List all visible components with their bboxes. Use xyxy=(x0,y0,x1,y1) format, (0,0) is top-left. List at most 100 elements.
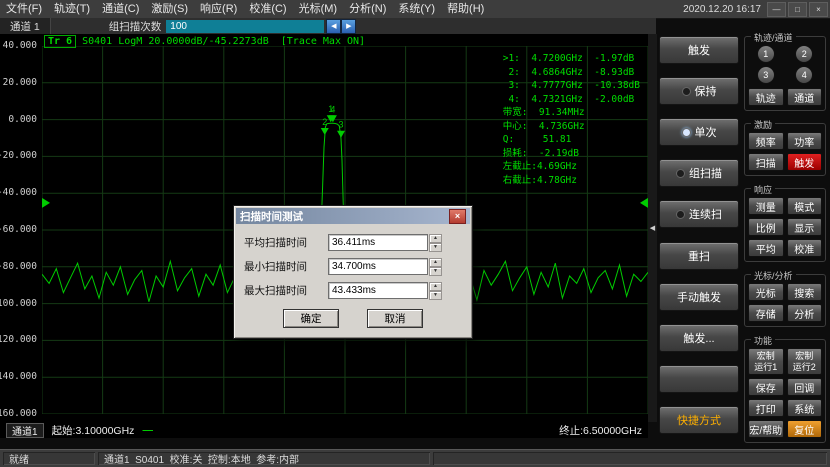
min-sweep-time-spinner: ▲ ▼ xyxy=(429,258,442,275)
sweep-count-input[interactable]: 100 xyxy=(166,20,324,33)
softkey-blank[interactable] xyxy=(659,365,739,393)
softkey-trigger[interactable]: 触发 xyxy=(659,36,739,64)
key-save[interactable]: 保存 xyxy=(748,378,784,396)
key-macro-run2[interactable]: 宏制 运行2 xyxy=(787,348,823,375)
key-measure[interactable]: 测量 xyxy=(748,197,784,215)
channel-2-button[interactable]: 2 xyxy=(795,45,813,63)
channel-tab[interactable]: 通道 1 xyxy=(0,18,51,34)
menu-item-help[interactable]: 帮助(H) xyxy=(441,0,490,18)
menu-item-file[interactable]: 文件(F) xyxy=(0,0,48,18)
spinner-up-button[interactable]: ▲ xyxy=(429,282,442,291)
key-cal[interactable]: 校准 xyxy=(787,239,823,257)
key-trace[interactable]: 轨迹 xyxy=(748,88,784,106)
group-title: 轨迹/通道 xyxy=(751,31,796,44)
spinner-up-button[interactable]: ▲ xyxy=(429,258,442,267)
softkey-resweep[interactable]: 重扫 xyxy=(659,242,739,270)
softkey-hold[interactable]: 保持 xyxy=(659,77,739,105)
marker-readout-line: 左截止:4.69GHz xyxy=(503,160,640,174)
key-search[interactable]: 搜索 xyxy=(787,283,823,301)
key-power[interactable]: 功率 xyxy=(787,132,823,150)
y-axis-tick-label: -60.000 xyxy=(0,224,37,235)
key-trigger[interactable]: 触发 xyxy=(787,153,823,171)
menu-item-cal[interactable]: 校准(C) xyxy=(243,0,292,18)
menu-item-trace[interactable]: 轨迹(T) xyxy=(48,0,96,18)
softkey-continuous[interactable]: 连续扫 xyxy=(659,200,739,228)
restore-button[interactable]: □ xyxy=(788,2,807,17)
softkey-manual-trigger[interactable]: 手动触发 xyxy=(659,283,739,311)
softkey-column: 触发 保持 单次 组扫描 连续扫 重扫 手动触发 触发... 快捷方式 xyxy=(659,36,739,434)
key-channel[interactable]: 通道 xyxy=(787,88,823,106)
key-marker[interactable]: 光标 xyxy=(748,283,784,301)
panel-collapse-handle[interactable]: ◀ xyxy=(648,34,657,422)
avg-sweep-time-label: 平均扫描时间 xyxy=(244,235,328,250)
key-system[interactable]: 系统 xyxy=(787,399,823,417)
vna-app-window: 文件(F) 轨迹(T) 通道(C) 激励(S) 响应(R) 校准(C) 光标(M… xyxy=(0,0,830,467)
trace-id-badge[interactable]: Tr 6 xyxy=(44,35,76,48)
menu-item-response[interactable]: 响应(R) xyxy=(194,0,243,18)
key-display[interactable]: 显示 xyxy=(787,218,823,236)
max-sweep-time-input[interactable]: 43.433ms xyxy=(328,282,428,299)
spinner-up-button[interactable]: ▲ xyxy=(429,234,442,243)
key-frequency[interactable]: 频率 xyxy=(748,132,784,150)
marker-symbol[interactable] xyxy=(321,128,329,135)
close-button[interactable]: × xyxy=(809,2,828,17)
avg-sweep-time-input[interactable]: 36.411ms xyxy=(328,234,428,251)
channel-4-button[interactable]: 4 xyxy=(795,66,813,84)
key-print[interactable]: 打印 xyxy=(748,399,784,417)
radio-dot-icon xyxy=(676,169,685,178)
radio-dot-on-icon xyxy=(682,128,691,137)
key-save-data[interactable]: 存储 xyxy=(748,304,784,322)
minimize-button[interactable]: — xyxy=(767,2,786,17)
max-sweep-time-label: 最大扫描时间 xyxy=(244,283,328,298)
key-scale[interactable]: 比例 xyxy=(748,218,784,236)
key-preset[interactable]: 复位 xyxy=(787,420,823,438)
cancel-button[interactable]: 取消 xyxy=(367,309,423,328)
softkey-shortcut[interactable]: 快捷方式 xyxy=(659,406,739,434)
spinner-down-button[interactable]: ▼ xyxy=(429,291,442,300)
key-average[interactable]: 平均 xyxy=(748,239,784,257)
menu-item-system[interactable]: 系统(Y) xyxy=(392,0,441,18)
softkey-label: 重扫 xyxy=(688,248,710,264)
marker-readout-line: 损耗: -2.19dB xyxy=(503,147,640,161)
key-sweep[interactable]: 扫描 xyxy=(748,153,784,171)
marker-readout-line: 右截止:4.78GHz xyxy=(503,174,640,188)
menu-item-channel[interactable]: 通道(C) xyxy=(96,0,145,18)
menu-item-stimulus[interactable]: 激励(S) xyxy=(145,0,194,18)
channel-1-button[interactable]: 1 xyxy=(757,45,775,63)
y-axis-tick-label: -40.000 xyxy=(0,187,37,198)
marker-readout-line: Q: 51.81 xyxy=(503,133,640,147)
dialog-titlebar[interactable]: 扫描时间测试 × xyxy=(236,208,470,224)
menubar: 文件(F) 轨迹(T) 通道(C) 激励(S) 响应(R) 校准(C) 光标(M… xyxy=(0,0,830,19)
group-title: 响应 xyxy=(751,183,775,196)
marker-number: 4 xyxy=(330,104,335,114)
min-sweep-time-label: 最小扫描时间 xyxy=(244,259,328,274)
key-macro-run1[interactable]: 宏制 运行1 xyxy=(748,348,784,375)
y-axis-labels: 40.00020.0000.000-20.000-40.000-60.000-8… xyxy=(0,34,40,422)
key-analysis[interactable]: 分析 xyxy=(787,304,823,322)
y-axis-tick-label: 0.000 xyxy=(8,114,37,125)
radio-dot-icon xyxy=(682,87,691,96)
marker-symbol[interactable] xyxy=(337,131,345,138)
group-title: 激励 xyxy=(751,118,775,131)
spinner-down-button[interactable]: ▼ xyxy=(429,243,442,252)
stepper-right-icon[interactable]: ▶ xyxy=(341,19,356,34)
min-sweep-time-input[interactable]: 34.700ms xyxy=(328,258,428,275)
stepper-left-icon[interactable]: ◀ xyxy=(326,19,341,34)
menu-item-analysis[interactable]: 分析(N) xyxy=(343,0,392,18)
softkey-single[interactable]: 单次 xyxy=(659,118,739,146)
softkey-trigger-more[interactable]: 触发... xyxy=(659,324,739,352)
ref-level-arrow-right xyxy=(640,198,648,208)
trace-header: Tr 6 S0401 LogM 20.0000dB/-45.2273dB [Tr… xyxy=(44,35,365,48)
key-recall[interactable]: 回调 xyxy=(787,378,823,396)
softkey-group-sweep[interactable]: 组扫描 xyxy=(659,159,739,187)
y-axis-tick-label: -80.000 xyxy=(0,261,37,272)
channel-3-button[interactable]: 3 xyxy=(757,66,775,84)
spinner-down-button[interactable]: ▼ xyxy=(429,267,442,276)
axis-channel-badge: 通道1 xyxy=(6,423,44,438)
sweep-count-label: 组扫描次数 xyxy=(109,19,162,34)
ok-button[interactable]: 确定 xyxy=(283,309,339,328)
menu-item-marker[interactable]: 光标(M) xyxy=(293,0,344,18)
key-mode[interactable]: 模式 xyxy=(787,197,823,215)
dialog-close-button[interactable]: × xyxy=(449,209,466,224)
key-macro-help[interactable]: 宏/帮助 xyxy=(748,420,784,438)
